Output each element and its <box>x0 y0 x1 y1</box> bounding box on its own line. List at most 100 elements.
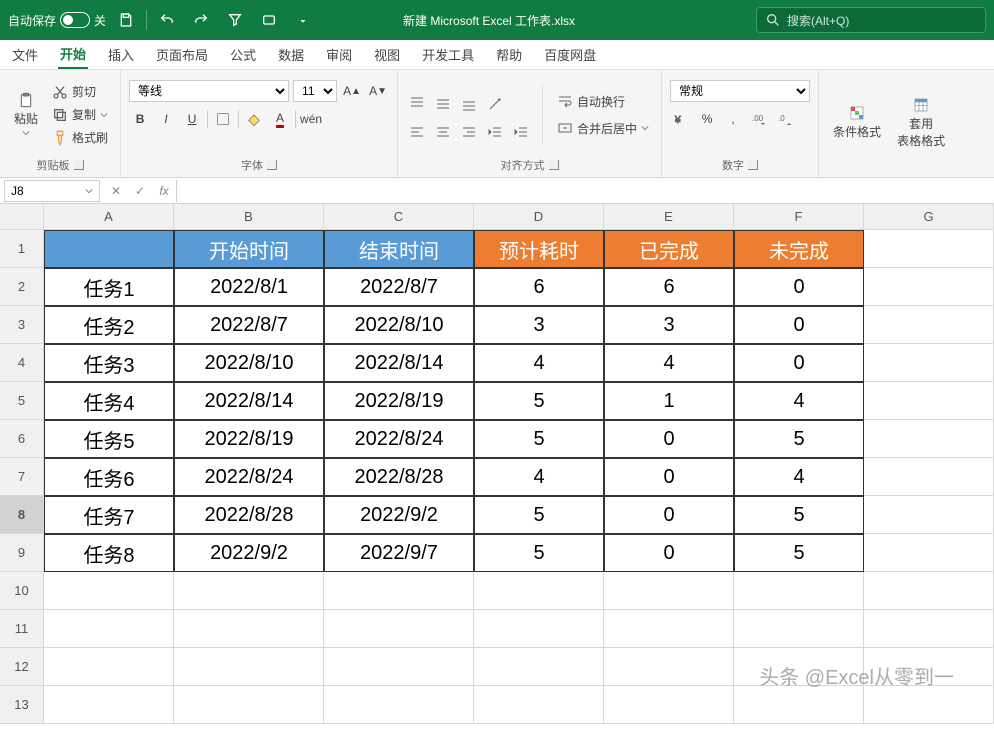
dialog-launcher-icon[interactable] <box>549 160 559 170</box>
spreadsheet-grid[interactable]: ABCDEFG1开始时间结束时间预计耗时已完成未完成2任务12022/8/120… <box>0 204 994 730</box>
cut-button[interactable]: 剪切 <box>48 81 112 102</box>
tab-页面布局[interactable]: 页面布局 <box>154 41 210 68</box>
cell[interactable]: 5 <box>474 382 604 420</box>
cell[interactable] <box>604 686 734 724</box>
row-header-5[interactable]: 5 <box>0 382 44 420</box>
cell[interactable]: 0 <box>734 306 864 344</box>
accept-formula-icon[interactable]: ✓ <box>128 180 152 202</box>
cell[interactable]: 任务7 <box>44 496 174 534</box>
cell[interactable] <box>174 686 324 724</box>
paste-button[interactable]: 粘贴 <box>8 88 44 141</box>
indent-increase-icon[interactable] <box>510 121 532 143</box>
col-header-G[interactable]: G <box>864 204 994 230</box>
cell[interactable] <box>44 610 174 648</box>
cell[interactable]: 3 <box>604 306 734 344</box>
decrease-decimal-icon[interactable]: .0 <box>774 108 796 130</box>
cell[interactable]: 2022/8/19 <box>324 382 474 420</box>
cell[interactable]: 5 <box>734 534 864 572</box>
cell[interactable] <box>174 610 324 648</box>
cell[interactable] <box>324 648 474 686</box>
cell[interactable] <box>864 306 994 344</box>
tab-百度网盘[interactable]: 百度网盘 <box>542 41 598 68</box>
cell[interactable]: 5 <box>734 420 864 458</box>
tab-插入[interactable]: 插入 <box>106 41 136 68</box>
cell[interactable]: 任务2 <box>44 306 174 344</box>
undo-icon[interactable] <box>153 6 181 34</box>
col-header-B[interactable]: B <box>174 204 324 230</box>
cell[interactable] <box>474 648 604 686</box>
font-name-select[interactable]: 等线 <box>129 80 289 102</box>
header-cell[interactable] <box>44 230 174 268</box>
row-header-4[interactable]: 4 <box>0 344 44 382</box>
currency-icon[interactable]: ¥ <box>670 108 692 130</box>
header-cell[interactable]: 开始时间 <box>174 230 324 268</box>
cell[interactable] <box>174 572 324 610</box>
cell[interactable] <box>734 686 864 724</box>
col-header-F[interactable]: F <box>734 204 864 230</box>
header-cell[interactable]: 已完成 <box>604 230 734 268</box>
fx-icon[interactable]: fx <box>152 180 176 202</box>
cell[interactable]: 4 <box>604 344 734 382</box>
cell[interactable]: 2022/8/7 <box>324 268 474 306</box>
cell[interactable] <box>864 686 994 724</box>
percent-icon[interactable]: % <box>696 108 718 130</box>
tab-开发工具[interactable]: 开发工具 <box>420 41 476 68</box>
cell[interactable]: 任务3 <box>44 344 174 382</box>
cell[interactable] <box>864 230 994 268</box>
decrease-font-icon[interactable]: A▼ <box>367 80 389 102</box>
conditional-format-button[interactable]: 条件格式 <box>827 101 887 144</box>
cell[interactable]: 4 <box>474 458 604 496</box>
cell[interactable]: 任务6 <box>44 458 174 496</box>
cell[interactable]: 0 <box>604 496 734 534</box>
row-header-2[interactable]: 2 <box>0 268 44 306</box>
font-color-button[interactable]: A <box>269 108 291 130</box>
tab-审阅[interactable]: 审阅 <box>324 41 354 68</box>
format-painter-button[interactable]: 格式刷 <box>48 127 112 148</box>
italic-button[interactable]: I <box>155 108 177 130</box>
cell[interactable]: 0 <box>734 268 864 306</box>
row-header-7[interactable]: 7 <box>0 458 44 496</box>
cell[interactable]: 0 <box>604 534 734 572</box>
cell[interactable] <box>864 420 994 458</box>
cell[interactable] <box>174 648 324 686</box>
orientation-icon[interactable] <box>484 93 506 115</box>
cell[interactable] <box>864 610 994 648</box>
cell[interactable] <box>44 572 174 610</box>
increase-decimal-icon[interactable]: .00 <box>748 108 770 130</box>
cell[interactable]: 2022/9/7 <box>324 534 474 572</box>
cell[interactable]: 2022/8/10 <box>324 306 474 344</box>
cell[interactable]: 2022/8/24 <box>174 458 324 496</box>
cell[interactable]: 2022/9/2 <box>174 534 324 572</box>
tab-文件[interactable]: 文件 <box>10 41 40 68</box>
cell[interactable]: 2022/8/7 <box>174 306 324 344</box>
cell[interactable]: 1 <box>604 382 734 420</box>
cell[interactable] <box>864 458 994 496</box>
dialog-launcher-icon[interactable] <box>74 160 84 170</box>
font-size-select[interactable]: 11 <box>293 80 337 102</box>
row-header-3[interactable]: 3 <box>0 306 44 344</box>
cell[interactable] <box>324 610 474 648</box>
cell[interactable]: 2022/8/28 <box>324 458 474 496</box>
align-bottom-icon[interactable] <box>458 93 480 115</box>
cell[interactable] <box>864 496 994 534</box>
cell[interactable]: 4 <box>734 458 864 496</box>
row-header-12[interactable]: 12 <box>0 648 44 686</box>
cell[interactable]: 0 <box>604 420 734 458</box>
cell[interactable] <box>864 572 994 610</box>
table-format-button[interactable]: 套用 表格格式 <box>891 93 951 153</box>
bold-button[interactable]: B <box>129 108 151 130</box>
cell[interactable] <box>324 686 474 724</box>
cell[interactable]: 5 <box>734 496 864 534</box>
merge-cells-button[interactable]: 合并后居中 <box>553 118 653 139</box>
cell[interactable] <box>864 534 994 572</box>
search-input[interactable]: 搜索(Alt+Q) <box>756 7 986 33</box>
row-header-6[interactable]: 6 <box>0 420 44 458</box>
row-header-10[interactable]: 10 <box>0 572 44 610</box>
redo-icon[interactable] <box>187 6 215 34</box>
row-header-11[interactable]: 11 <box>0 610 44 648</box>
header-cell[interactable]: 未完成 <box>734 230 864 268</box>
row-header-1[interactable]: 1 <box>0 230 44 268</box>
tab-视图[interactable]: 视图 <box>372 41 402 68</box>
cell[interactable]: 5 <box>474 534 604 572</box>
cell[interactable] <box>44 648 174 686</box>
